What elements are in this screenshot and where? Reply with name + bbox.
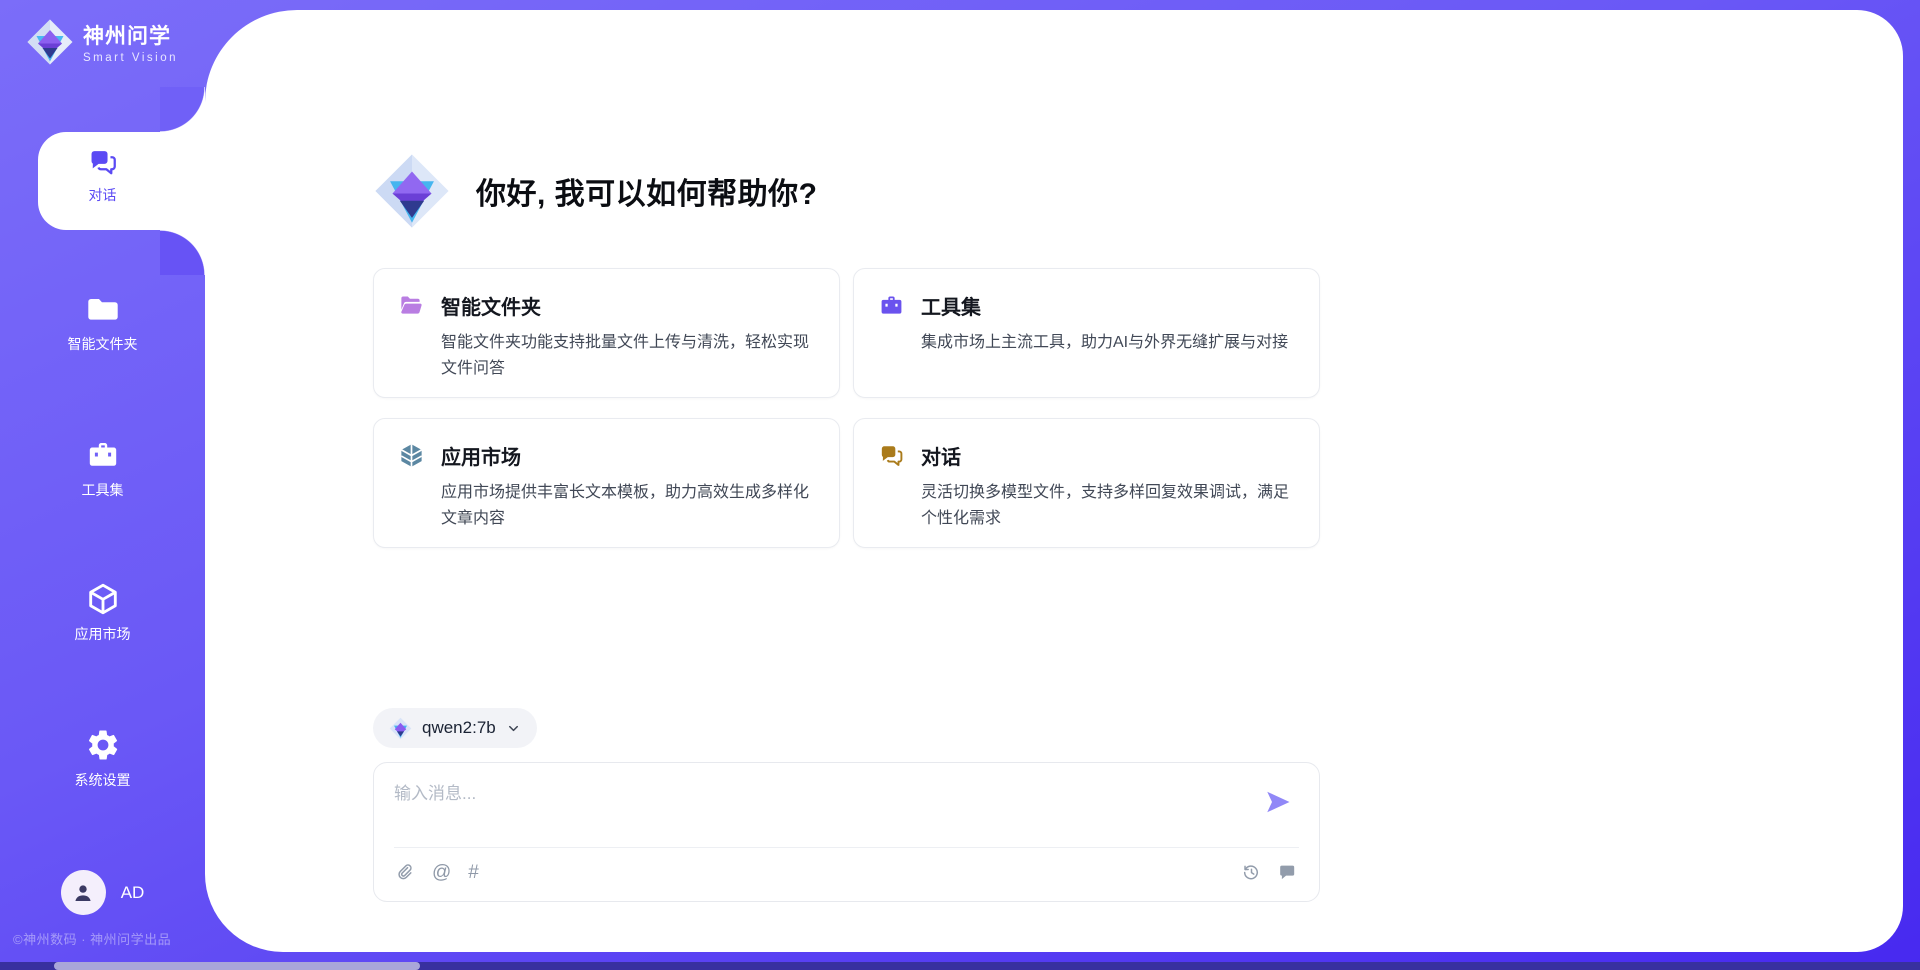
horizontal-scrollbar[interactable]	[0, 962, 1920, 970]
history-icon[interactable]	[1241, 862, 1262, 883]
scrollbar-thumb[interactable]	[54, 962, 420, 970]
attachment-icon[interactable]	[394, 862, 415, 883]
card-smart-folder[interactable]: 智能文件夹 智能文件夹功能支持批量文件上传与清洗，轻松实现文件问答	[373, 268, 840, 398]
open-folder-icon	[398, 292, 425, 319]
chat-icon	[87, 146, 119, 178]
mention-icon[interactable]: @	[432, 863, 451, 882]
sidebar-item-smart-folder[interactable]: 智能文件夹	[0, 291, 205, 354]
cube-icon	[85, 581, 121, 617]
folder-icon	[85, 291, 121, 327]
toolbox-icon	[878, 292, 905, 319]
message-composer: @ #	[373, 762, 1320, 902]
model-logo-icon	[389, 717, 412, 740]
sidebar-item-toolset[interactable]: 工具集	[0, 437, 205, 500]
card-toolset[interactable]: 工具集 集成市场上主流工具，助力AI与外界无缝扩展与对接	[853, 268, 1320, 398]
cube-grid-icon	[398, 442, 425, 469]
user-name: AD	[121, 883, 145, 903]
card-description: 灵活切换多模型文件，支持多样回复效果调试，满足个性化需求	[921, 480, 1295, 531]
app-tagline: Smart Vision	[83, 52, 178, 64]
assistant-logo-icon	[373, 152, 451, 230]
card-description: 智能文件夹功能支持批量文件上传与清洗，轻松实现文件问答	[441, 330, 815, 381]
app-brand: 神州问学 Smart Vision	[26, 18, 178, 66]
card-title: 工具集	[921, 291, 1288, 320]
card-title: 对话	[921, 441, 1295, 470]
greeting: 你好, 我可以如何帮助你?	[373, 152, 818, 230]
comment-icon[interactable]	[1278, 862, 1299, 883]
composer-divider	[394, 847, 1299, 848]
sidebar-item-settings[interactable]: 系统设置	[0, 727, 205, 790]
send-icon[interactable]	[1263, 787, 1293, 817]
model-name: qwen2:7b	[422, 718, 496, 738]
sidebar-item-chat[interactable]: 对话	[0, 146, 205, 205]
content-area: 你好, 我可以如何帮助你? 智能文件夹 智能文件夹功能支持批量文件上传与清洗，轻…	[373, 0, 1320, 970]
greeting-text: 你好, 我可以如何帮助你?	[476, 169, 818, 213]
composer-tools-left: @ #	[394, 862, 479, 883]
copyright-text: ©神州数码 · 神州问学出品	[13, 929, 171, 948]
chat-icon	[878, 442, 905, 469]
chevron-down-icon	[506, 721, 521, 736]
sidebar-item-label: 系统设置	[75, 770, 131, 790]
app-logo-icon	[26, 18, 74, 66]
person-icon	[70, 880, 96, 906]
sidebar-item-label: 工具集	[82, 480, 124, 500]
sidebar: 神州问学 Smart Vision 对话 智能文件夹 工具集 应用市场	[0, 0, 205, 970]
card-description: 应用市场提供丰富长文本模板，助力高效生成多样化文章内容	[441, 480, 815, 531]
card-app-market[interactable]: 应用市场 应用市场提供丰富长文本模板，助力高效生成多样化文章内容	[373, 418, 840, 548]
app-name: 神州问学	[83, 20, 178, 50]
avatar	[61, 870, 106, 915]
composer-tools-right	[1241, 862, 1299, 883]
card-title: 应用市场	[441, 441, 815, 470]
model-selector[interactable]: qwen2:7b	[373, 708, 537, 748]
feature-cards: 智能文件夹 智能文件夹功能支持批量文件上传与清洗，轻松实现文件问答 工具集 集成…	[373, 268, 1320, 548]
card-chat[interactable]: 对话 灵活切换多模型文件，支持多样回复效果调试，满足个性化需求	[853, 418, 1320, 548]
message-input[interactable]	[394, 779, 1249, 839]
card-title: 智能文件夹	[441, 291, 815, 320]
card-description: 集成市场上主流工具，助力AI与外界无缝扩展与对接	[921, 330, 1288, 356]
sidebar-item-label: 应用市场	[75, 624, 131, 644]
hash-icon[interactable]: #	[468, 863, 479, 882]
sidebar-item-label: 智能文件夹	[68, 334, 138, 354]
sidebar-item-label: 对话	[89, 185, 117, 205]
sidebar-item-app-market[interactable]: 应用市场	[0, 581, 205, 644]
gear-icon	[85, 727, 121, 763]
user-profile[interactable]: AD	[0, 870, 205, 915]
toolbox-icon	[85, 437, 121, 473]
